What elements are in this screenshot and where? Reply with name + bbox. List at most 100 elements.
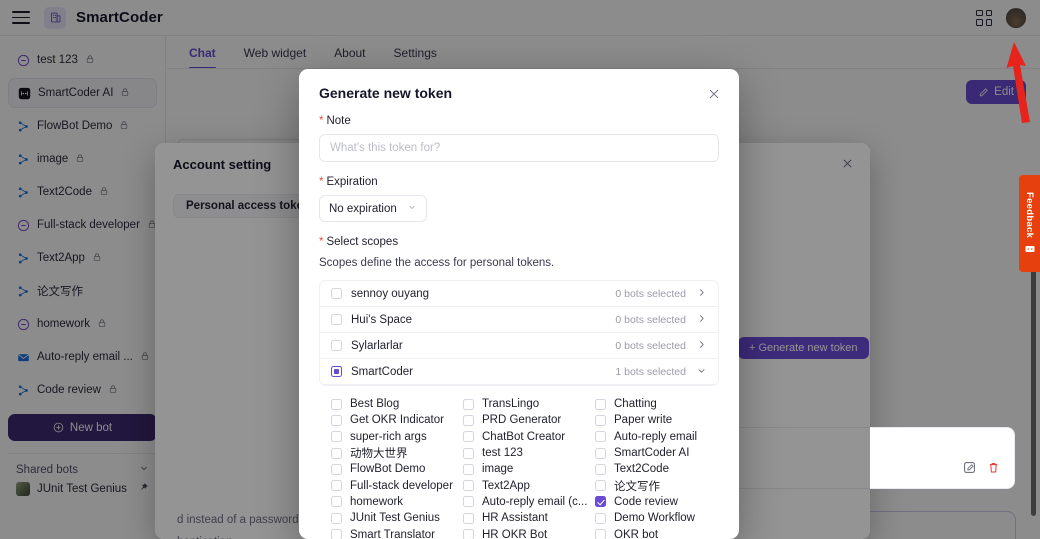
edit-icon[interactable] — [963, 461, 976, 479]
app-root: SmartCoder test 123 SmartCoder AI FlowBot … — [0, 0, 1040, 539]
bot-option-checkbox[interactable] — [331, 414, 342, 426]
scope-checkbox[interactable] — [331, 314, 342, 325]
chevron-right-icon[interactable] — [695, 287, 707, 301]
trash-icon[interactable] — [987, 461, 1000, 479]
bot-option[interactable]: Demo Workflow — [595, 510, 719, 526]
expiration-select[interactable]: No expiration — [319, 195, 427, 222]
note-label: * Note — [319, 115, 719, 127]
bot-option-checkbox[interactable] — [595, 414, 606, 426]
bot-option[interactable]: HR OKR Bot — [463, 526, 587, 539]
scope-name: Hui's Space — [351, 313, 413, 326]
bot-option-checkbox[interactable] — [595, 398, 606, 410]
bot-option[interactable]: Text2Code — [595, 461, 719, 477]
feedback-icon — [1025, 245, 1034, 252]
bot-option-checkbox[interactable] — [463, 398, 474, 410]
bot-option[interactable]: 论文写作 — [595, 477, 719, 493]
scope-count: 0 bots selected — [615, 339, 686, 352]
bot-option-label: ChatBot Creator — [482, 430, 566, 443]
note-input[interactable] — [319, 134, 719, 162]
generate-token-body: *Note *Expiration No expiration *Select … — [299, 115, 739, 539]
bot-option-label: homework — [350, 495, 404, 508]
bot-option-checkbox[interactable] — [595, 512, 606, 524]
bot-option[interactable]: Get OKR Indicator — [331, 412, 455, 428]
bot-option[interactable]: 动物大世界 — [331, 445, 455, 461]
bot-option[interactable]: Text2App — [463, 477, 587, 493]
bot-option-checkbox[interactable] — [331, 480, 342, 492]
chevron-right-icon[interactable] — [695, 339, 707, 353]
bot-option-checkbox[interactable] — [463, 463, 474, 475]
bot-option[interactable]: Auto-reply email — [595, 429, 719, 445]
bot-option-label: JUnit Test Genius — [350, 512, 440, 525]
feedback-tab[interactable]: Feedback — [1019, 175, 1040, 272]
bot-option[interactable]: ChatBot Creator — [463, 429, 587, 445]
bot-option-checkbox[interactable] — [463, 480, 474, 492]
bot-option[interactable]: Auto-reply email (c... — [463, 494, 587, 510]
bot-option-label: Smart Translator — [350, 528, 435, 539]
note-label-text: Note — [326, 115, 351, 127]
scope-row[interactable]: SmartCoder 1 bots selected — [320, 359, 718, 385]
scope-checkbox[interactable] — [331, 340, 342, 351]
bot-option[interactable]: Code review — [595, 494, 719, 510]
bot-option-checkbox[interactable] — [331, 529, 342, 539]
bot-option[interactable]: Best Blog — [331, 396, 455, 412]
bot-option[interactable]: Chatting — [595, 396, 719, 412]
generate-new-token-button[interactable]: + Generate new token — [738, 337, 869, 359]
bot-option[interactable]: PRD Generator — [463, 412, 587, 428]
scope-row[interactable]: sennoy ouyang 0 bots selected — [320, 281, 718, 307]
close-icon[interactable] — [707, 87, 721, 101]
bot-option-checkbox[interactable] — [331, 398, 342, 410]
bot-option-label: Auto-reply email (c... — [482, 495, 587, 508]
bot-option-label: Paper write — [614, 414, 673, 427]
bot-option-label: HR OKR Bot — [482, 528, 548, 539]
bot-option[interactable]: HR Assistant — [463, 510, 587, 526]
bot-option-label: image — [482, 463, 514, 476]
bot-option-label: test 123 — [482, 447, 523, 460]
bot-option[interactable]: FlowBot Demo — [331, 461, 455, 477]
bot-option[interactable]: Full-stack developer — [331, 477, 455, 493]
scope-row[interactable]: Hui's Space 0 bots selected — [320, 307, 718, 333]
bot-option-checkbox[interactable] — [331, 431, 342, 443]
bot-option[interactable]: Paper write — [595, 412, 719, 428]
bot-option-checkbox[interactable] — [463, 447, 474, 459]
bot-option-checkbox[interactable] — [595, 447, 606, 459]
bot-option[interactable]: TransLingo — [463, 396, 587, 412]
bot-option-checkbox[interactable] — [463, 529, 474, 539]
bot-option[interactable]: OKR bot — [595, 526, 719, 539]
bot-option-checkbox[interactable] — [463, 414, 474, 426]
scope-name: SmartCoder — [351, 365, 413, 378]
bot-option-checkbox[interactable] — [595, 463, 606, 475]
bot-option[interactable]: image — [463, 461, 587, 477]
bot-option-checkbox[interactable] — [463, 431, 474, 443]
bot-option-label: OKR bot — [614, 528, 659, 539]
bot-option-checkbox[interactable] — [331, 447, 342, 459]
required-star: * — [319, 236, 324, 248]
scope-row[interactable]: Sylarlarlar 0 bots selected — [320, 333, 718, 359]
bot-option[interactable]: super-rich args — [331, 429, 455, 445]
bot-option[interactable]: JUnit Test Genius — [331, 510, 455, 526]
bot-option-checkbox[interactable] — [595, 529, 606, 539]
bot-option-checkbox[interactable] — [463, 496, 474, 508]
bot-option[interactable]: test 123 — [463, 445, 587, 461]
bot-option-label: 动物大世界 — [350, 448, 408, 461]
bot-option[interactable]: homework — [331, 494, 455, 510]
chevron-right-icon[interactable] — [695, 313, 707, 327]
scope-checkbox[interactable] — [331, 288, 342, 299]
chevron-down-icon[interactable] — [695, 365, 707, 379]
scope-checkbox[interactable] — [331, 366, 342, 377]
bot-option-checkbox[interactable] — [331, 512, 342, 524]
bot-option-label: FlowBot Demo — [350, 463, 426, 476]
bot-option-checkbox[interactable] — [595, 431, 606, 443]
bot-option-label: Auto-reply email — [614, 430, 698, 443]
account-note-line: d instead of a password — [177, 514, 299, 526]
bot-option-checkbox[interactable] — [463, 512, 474, 524]
bot-option-label: Full-stack developer — [350, 479, 453, 492]
bot-option-checkbox[interactable] — [595, 496, 606, 508]
bot-option[interactable]: Smart Translator — [331, 526, 455, 539]
scope-count: 0 bots selected — [615, 313, 686, 326]
close-icon[interactable] — [841, 157, 854, 170]
account-dialog-note: d instead of a password hentication. — [177, 509, 298, 539]
bot-option-checkbox[interactable] — [331, 463, 342, 475]
bot-option-checkbox[interactable] — [331, 496, 342, 508]
bot-option-checkbox[interactable] — [595, 480, 606, 492]
bot-option[interactable]: SmartCoder AI — [595, 445, 719, 461]
